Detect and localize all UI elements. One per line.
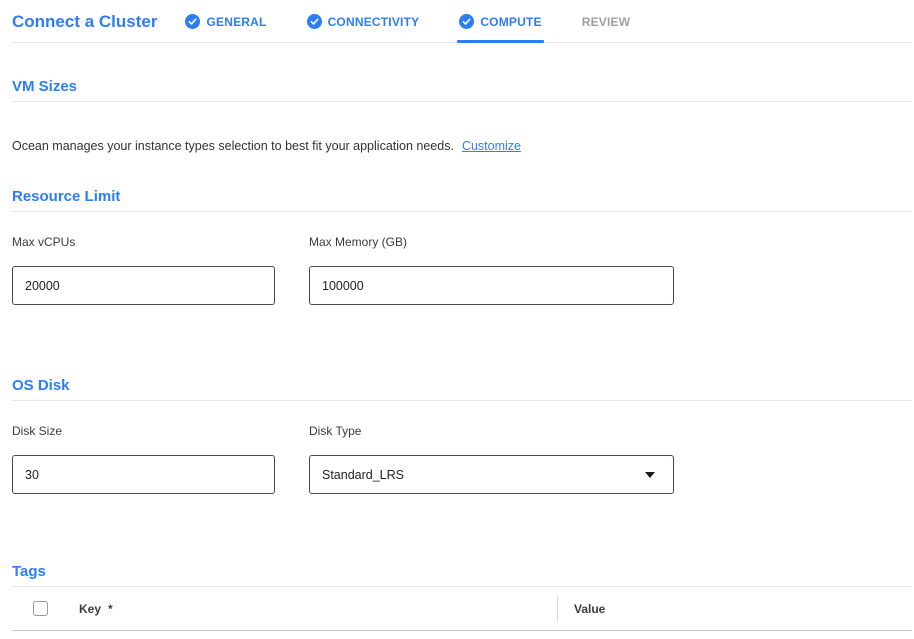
section-divider bbox=[12, 101, 912, 102]
section-vm-sizes: VM Sizes Ocean manages your instance typ… bbox=[12, 78, 912, 154]
max-vcpus-input[interactable] bbox=[12, 266, 275, 305]
max-memory-field: Max Memory (GB) bbox=[309, 235, 674, 305]
max-memory-label: Max Memory (GB) bbox=[309, 235, 674, 249]
caret-down-icon bbox=[645, 472, 655, 478]
vm-sizes-description: Ocean manages your instance types select… bbox=[12, 139, 912, 154]
os-disk-fields: Disk Size Disk Type Standard_LRS bbox=[12, 424, 912, 494]
tab-label: GENERAL bbox=[206, 15, 266, 29]
column-divider bbox=[557, 596, 558, 622]
tab-general[interactable]: GENERAL bbox=[185, 0, 266, 43]
disk-type-selected-value: Standard_LRS bbox=[322, 468, 404, 482]
wizard-tabs: GENERAL CONNECTIVITY COMPUTE REVIEW bbox=[185, 0, 670, 43]
vm-sizes-description-text: Ocean manages your instance types select… bbox=[12, 139, 454, 153]
max-memory-input[interactable] bbox=[309, 266, 674, 305]
disk-type-label: Disk Type bbox=[309, 424, 674, 438]
disk-type-select[interactable]: Standard_LRS bbox=[309, 455, 674, 494]
section-divider bbox=[12, 400, 912, 401]
compute-step-content: VM Sizes Ocean manages your instance typ… bbox=[0, 78, 914, 631]
page-title: Connect a Cluster bbox=[12, 12, 157, 32]
check-circle-icon bbox=[459, 14, 474, 29]
tab-label: COMPUTE bbox=[480, 15, 541, 29]
check-circle-icon bbox=[307, 14, 322, 29]
tab-label: REVIEW bbox=[582, 15, 631, 29]
section-os-disk: OS Disk Disk Size Disk Type Standard_LRS bbox=[12, 377, 912, 494]
tab-review[interactable]: REVIEW bbox=[582, 0, 631, 43]
tags-key-column-header: Key * bbox=[79, 602, 557, 616]
tab-compute[interactable]: COMPUTE bbox=[459, 0, 541, 43]
max-vcpus-label: Max vCPUs bbox=[12, 235, 275, 249]
disk-type-field: Disk Type Standard_LRS bbox=[309, 424, 674, 494]
tab-label: CONNECTIVITY bbox=[328, 15, 420, 29]
disk-size-field: Disk Size bbox=[12, 424, 275, 494]
section-tags: Tags Key * Value bbox=[12, 563, 912, 631]
tab-connectivity[interactable]: CONNECTIVITY bbox=[307, 0, 420, 43]
section-divider bbox=[12, 211, 912, 212]
os-disk-title: OS Disk bbox=[12, 377, 912, 394]
vm-sizes-title: VM Sizes bbox=[12, 78, 912, 95]
resource-limit-fields: Max vCPUs Max Memory (GB) bbox=[12, 235, 912, 305]
max-vcpus-field: Max vCPUs bbox=[12, 235, 275, 305]
customize-link[interactable]: Customize bbox=[462, 139, 521, 153]
key-column-label: Key bbox=[79, 602, 101, 616]
check-circle-icon bbox=[185, 14, 200, 29]
resource-limit-title: Resource Limit bbox=[12, 188, 912, 205]
disk-size-label: Disk Size bbox=[12, 424, 275, 438]
section-resource-limit: Resource Limit Max vCPUs Max Memory (GB) bbox=[12, 188, 912, 305]
tags-title: Tags bbox=[12, 563, 912, 580]
connect-cluster-page: Connect a Cluster GENERAL CONNECTIVITY C… bbox=[0, 0, 914, 639]
required-marker: * bbox=[108, 602, 113, 616]
wizard-header: Connect a Cluster GENERAL CONNECTIVITY C… bbox=[0, 0, 914, 43]
tags-value-column-header: Value bbox=[574, 602, 605, 616]
tags-table-header-row: Key * Value bbox=[12, 587, 912, 631]
select-all-checkbox[interactable] bbox=[33, 601, 48, 616]
disk-size-input[interactable] bbox=[12, 455, 275, 494]
